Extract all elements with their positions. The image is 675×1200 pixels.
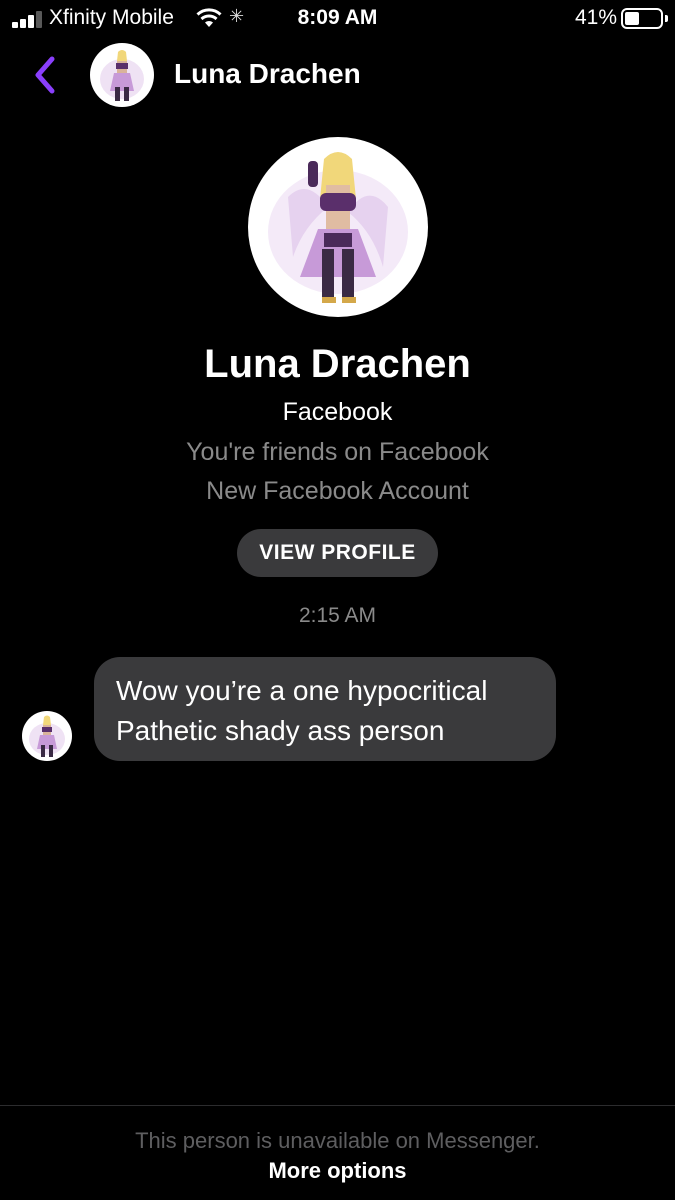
profile-avatar[interactable] xyxy=(248,137,428,317)
battery-percent: 41% xyxy=(574,6,617,29)
view-profile-button[interactable]: VIEW PROFILE xyxy=(237,529,438,577)
friendship-status: You're friends on Facebook xyxy=(186,438,489,466)
profile-name: Luna Drachen xyxy=(204,342,471,386)
footer-divider xyxy=(0,1105,675,1106)
message-text-line-2: Pathetic shady ass person xyxy=(116,715,445,746)
message-timestamp: 2:15 AM xyxy=(298,604,377,627)
chevron-left-icon xyxy=(35,56,55,94)
account-note: New Facebook Account xyxy=(206,477,469,505)
message-text-line-1: Wow you’re a one hypocritical xyxy=(116,675,488,706)
profile-platform: Facebook xyxy=(282,398,393,426)
message-bubble[interactable]: Wow you’re a one hypocritical Pathetic s… xyxy=(94,657,556,761)
battery-icon xyxy=(621,8,668,29)
back-button[interactable] xyxy=(28,54,62,96)
unavailable-notice: This person is unavailable on Messenger. xyxy=(135,1128,540,1153)
more-options-link[interactable]: More options xyxy=(0,1158,675,1184)
sender-avatar[interactable] xyxy=(22,711,72,761)
header-avatar[interactable] xyxy=(90,43,154,107)
status-time: 8:09 AM xyxy=(297,6,378,29)
status-bar: Xfinity Mobile ✳ 8:09 AM 41% xyxy=(0,0,675,38)
header-contact-name[interactable]: Luna Drachen xyxy=(174,58,361,90)
